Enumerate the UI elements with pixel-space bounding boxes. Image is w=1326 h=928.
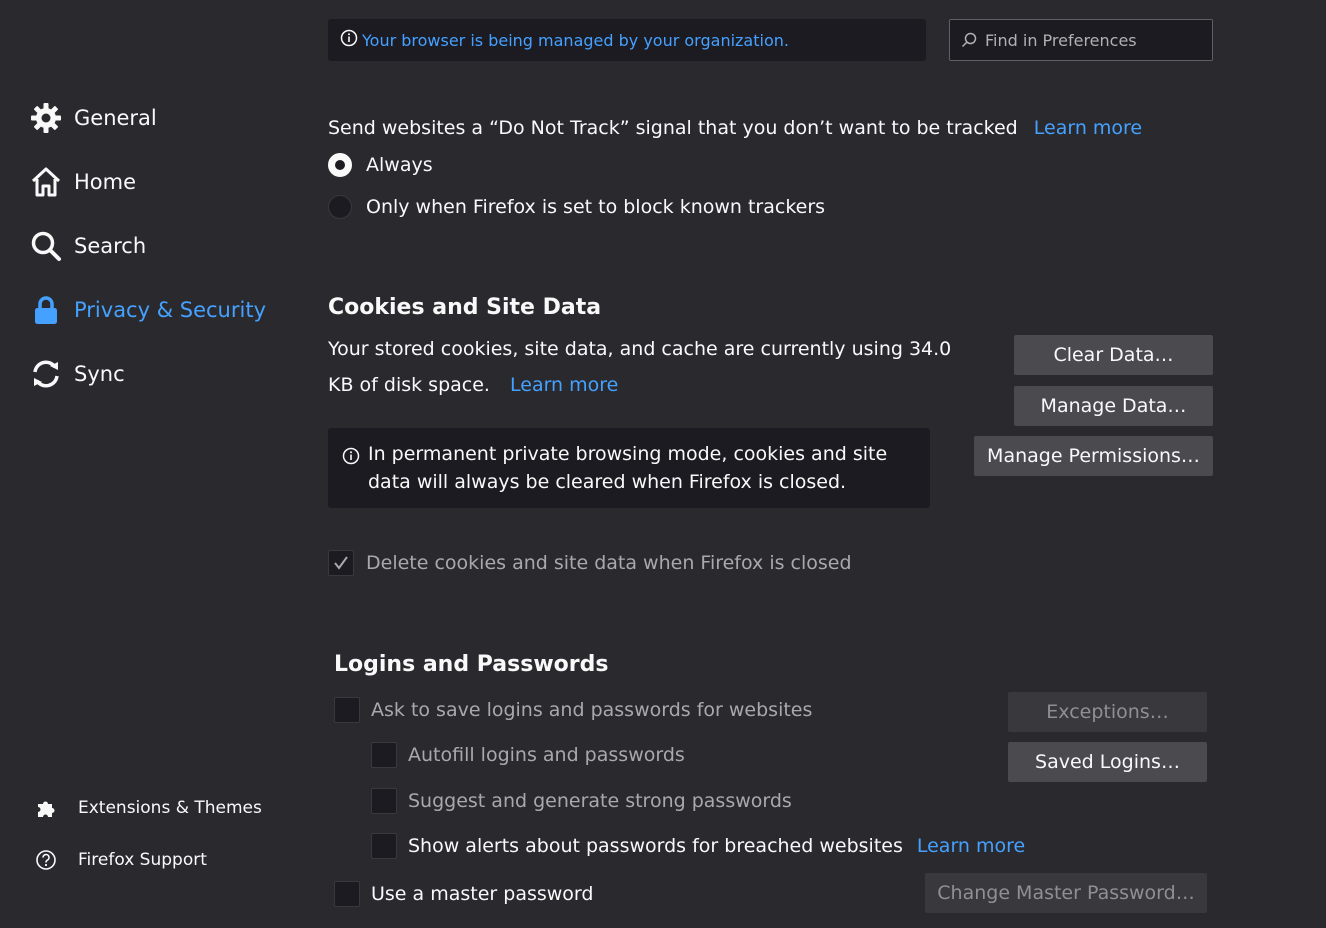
checkbox[interactable] [328,550,354,576]
checkbox[interactable] [371,833,397,859]
sidebar-item-label: Sync [74,362,125,386]
search-icon [961,32,977,48]
sidebar-link-label: Extensions & Themes [78,798,262,818]
sidebar-link-label: Firefox Support [78,850,207,870]
sidebar-item-label: Privacy & Security [74,298,266,322]
autofill-option[interactable]: Autofill logins and passwords [371,742,685,768]
radio-label: Only when Firefox is set to block known … [366,196,826,218]
gear-icon [30,102,62,134]
radio-button[interactable] [328,195,352,219]
checkmark-icon [334,556,348,570]
radio-label: Always [366,154,433,176]
sidebar-item-general[interactable]: General [30,102,157,134]
checkbox-label: Delete cookies and site data when Firefo… [366,552,852,574]
manage-data-button[interactable]: Manage Data… [1014,386,1213,426]
checkbox-label: Show alerts about passwords for breached… [408,835,903,857]
dnt-option-always[interactable]: Always [328,153,433,177]
checkbox-label: Ask to save logins and passwords for web… [371,699,813,721]
dnt-section-label: Send websites a “Do Not Track” signal th… [328,110,1142,146]
dnt-option-trackers[interactable]: Only when Firefox is set to block known … [328,195,825,219]
lock-icon [30,294,62,326]
cookies-heading: Cookies and Site Data [328,295,602,320]
info-icon [340,29,358,51]
master-password-option[interactable]: Use a master password [334,881,593,907]
breach-learn-more-link[interactable]: Learn more [917,835,1025,857]
managed-notice-bar: Your browser is being managed by your or… [328,19,926,61]
managed-notice-link[interactable]: Your browser is being managed by your or… [362,31,789,50]
suggest-passwords-option[interactable]: Suggest and generate strong passwords [371,788,792,814]
manage-permissions-button[interactable]: Manage Permissions… [974,436,1213,476]
checkbox-label: Suggest and generate strong passwords [408,790,792,812]
checkbox[interactable] [371,742,397,768]
private-browsing-note: In permanent private browsing mode, cook… [328,428,930,508]
dnt-learn-more-link[interactable]: Learn more [1034,117,1142,139]
sidebar-item-sync[interactable]: Sync [30,358,125,390]
help-icon [34,848,58,872]
cookies-usage-line1: Your stored cookies, site data, and cach… [328,338,952,360]
cookies-usage-line2: KB of disk space. Learn more [328,367,618,403]
info-icon [342,445,360,508]
change-master-password-button[interactable]: Change Master Password… [925,873,1207,913]
sidebar-item-home[interactable]: Home [30,166,136,198]
clear-data-button[interactable]: Clear Data… [1014,335,1213,375]
cookies-learn-more-link[interactable]: Learn more [510,374,618,396]
checkbox[interactable] [334,881,360,907]
puzzle-icon [34,796,58,820]
dnt-label: Send websites a “Do Not Track” signal th… [328,117,1018,139]
radio-dot [335,160,345,170]
note-text: In permanent private browsing mode, cook… [368,443,888,493]
checkbox[interactable] [334,697,360,723]
checkbox-label: Autofill logins and passwords [408,744,685,766]
sidebar-item-label: General [74,106,157,130]
radio-button[interactable] [328,153,352,177]
cookies-usage-text: KB of disk space. [328,374,490,396]
search-input[interactable]: Find in Preferences [949,19,1213,61]
logins-heading: Logins and Passwords [334,652,609,677]
sync-icon [30,358,62,390]
sidebar-item-search[interactable]: Search [30,230,146,262]
sidebar-item-privacy[interactable]: Privacy & Security [30,294,266,326]
delete-on-close-option[interactable]: Delete cookies and site data when Firefo… [328,550,852,576]
ask-to-save-option[interactable]: Ask to save logins and passwords for web… [334,697,812,723]
exceptions-button[interactable]: Exceptions… [1008,692,1207,732]
saved-logins-button[interactable]: Saved Logins… [1008,742,1207,782]
search-icon [30,230,62,262]
breach-alerts-option[interactable]: Show alerts about passwords for breached… [371,833,1025,859]
home-icon [30,166,62,198]
sidebar-item-label: Search [74,234,147,258]
checkbox-label: Use a master password [371,883,594,905]
sidebar-item-label: Home [74,170,137,194]
sidebar-link-support[interactable]: Firefox Support [34,848,207,872]
search-placeholder: Find in Preferences [985,30,1137,50]
checkbox[interactable] [371,788,397,814]
sidebar-link-extensions[interactable]: Extensions & Themes [34,796,262,820]
